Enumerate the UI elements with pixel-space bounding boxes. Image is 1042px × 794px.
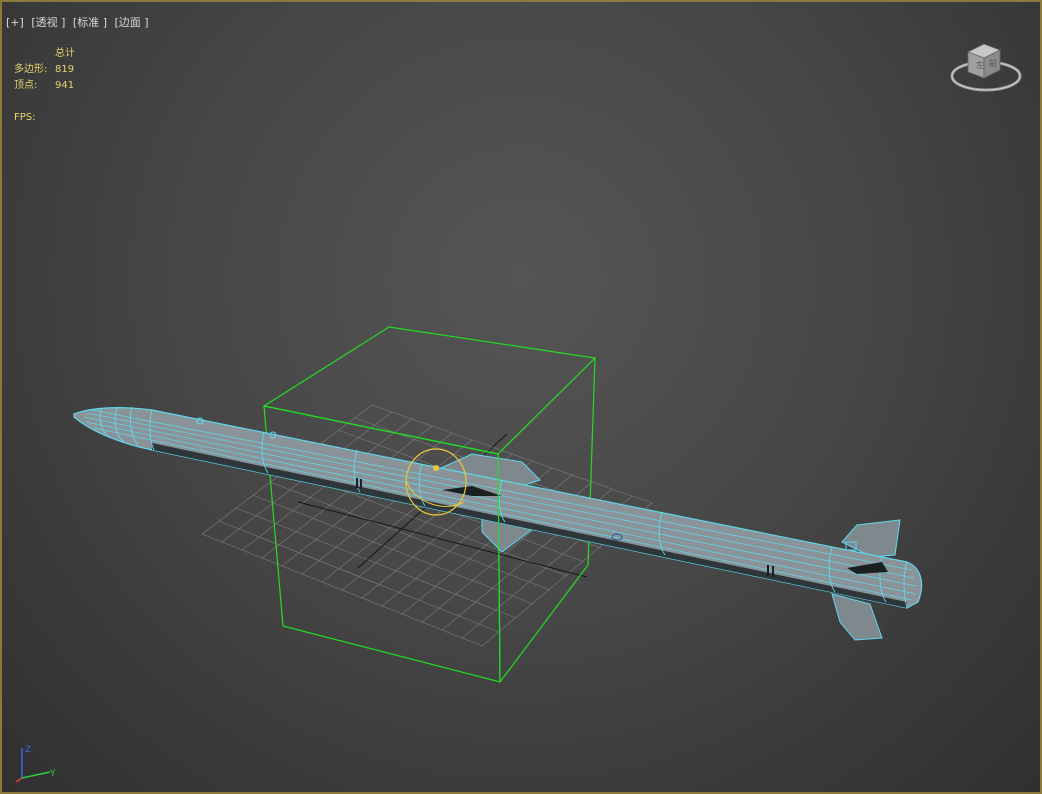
axis-tripod-icon: Z Y <box>15 745 56 783</box>
axis-z-label: Z <box>25 745 31 755</box>
viewcube-icon[interactable]: 左 前 <box>946 38 1026 102</box>
viewport-shading-standard-menu[interactable]: [标准 ] <box>73 16 107 29</box>
axis-y-label: Y <box>49 769 56 779</box>
viewport-edged-faces-menu[interactable]: [边面 ] <box>115 16 149 29</box>
viewport-pov-menu[interactable]: [透视 ] <box>31 16 65 29</box>
stats-total-header: 总计 <box>55 48 75 59</box>
stats-polygons-label: 多边形: <box>14 64 48 75</box>
stats-polygons-value: 819 <box>55 64 75 75</box>
viewport-statistics: 总计 多边形: 819 顶点: 941 FPS: <box>14 46 75 126</box>
stats-vertices-value: 941 <box>55 80 75 91</box>
perspective-viewport[interactable]: [+] [透视 ] [标准 ] [边面 ] 总计 多边形: 819 顶点: 94… <box>0 0 1042 794</box>
stats-fps-label: FPS: <box>14 112 36 123</box>
svg-text:前: 前 <box>989 58 997 68</box>
svg-text:左: 左 <box>976 60 984 70</box>
stats-vertices-label: 顶点: <box>14 80 38 91</box>
viewport-plus-menu[interactable]: [+] <box>6 16 24 29</box>
viewport-label-menu: [+] [透视 ] [标准 ] [边面 ] <box>6 14 153 30</box>
missile-body <box>73 407 923 609</box>
scene-canvas[interactable] <box>2 2 1040 792</box>
